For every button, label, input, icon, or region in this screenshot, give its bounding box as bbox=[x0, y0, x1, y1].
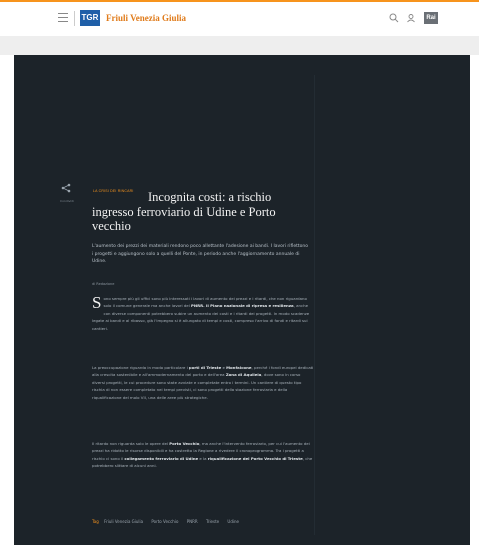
article-author[interactable]: di Redazione bbox=[92, 282, 114, 286]
article-paragraph: La preoccupazione riguarda in modo parti… bbox=[92, 364, 314, 401]
bold-text: Porto Vecchio bbox=[169, 441, 200, 446]
share-icon bbox=[61, 183, 71, 193]
paragraph-text: e la bbox=[198, 455, 208, 461]
share-button[interactable]: Condividi bbox=[60, 178, 74, 203]
article-paragraph: S ono sempre più gli uffici sono più int… bbox=[92, 293, 314, 332]
bold-text: PNRR. Il Piano nazionale di ripresa e re… bbox=[191, 303, 294, 309]
bold-text: collegamento ferroviario di Udine bbox=[124, 455, 199, 461]
dropcap: S bbox=[92, 293, 102, 312]
tags-label: Tag bbox=[92, 519, 99, 524]
tag-link[interactable]: Udine bbox=[227, 519, 239, 524]
article-tags: Tag Friuli Venezia Giulia Porto Vecchio … bbox=[92, 518, 314, 526]
tgr-logo[interactable]: TGR bbox=[80, 10, 100, 26]
bold-text: porti di Trieste bbox=[188, 365, 222, 370]
menu-icon[interactable] bbox=[58, 13, 68, 23]
paragraph-text: La preoccupazione riguarda in modo parti… bbox=[92, 365, 189, 370]
tag-link[interactable]: Friuli Venezia Giulia bbox=[104, 519, 143, 524]
top-navigation-bar: TGR Friuli Venezia Giulia Rai bbox=[0, 0, 479, 38]
article-summary: L'aumento dei prezzi dei materiali rendo… bbox=[92, 244, 309, 265]
search-icon[interactable] bbox=[389, 13, 399, 23]
user-icon[interactable] bbox=[406, 13, 416, 23]
share-label: Condividi bbox=[60, 199, 74, 203]
ad-banner-strip bbox=[0, 36, 479, 55]
tag-link[interactable]: Porto Vecchio bbox=[151, 519, 178, 524]
column-divider bbox=[314, 75, 315, 535]
tag-link[interactable]: Trieste bbox=[206, 519, 219, 524]
tag-link[interactable]: PNRR bbox=[187, 519, 198, 524]
bold-text: Monfalcone bbox=[226, 365, 252, 370]
divider bbox=[74, 11, 75, 26]
rai-logo[interactable]: Rai bbox=[424, 12, 438, 24]
article-title: Incognita costi: a rischio ingresso ferr… bbox=[92, 190, 276, 233]
bold-text: Zona di Aquileia bbox=[225, 372, 262, 378]
article-paragraph: Il ritardo non riguarda solo le opere de… bbox=[92, 440, 314, 470]
bold-text: riqualificazione del Porto Vecchio di Tr… bbox=[207, 455, 303, 461]
region-title[interactable]: Friuli Venezia Giulia bbox=[106, 13, 186, 23]
paragraph-text: Il ritardo non riguarda solo le opere de… bbox=[92, 441, 170, 446]
